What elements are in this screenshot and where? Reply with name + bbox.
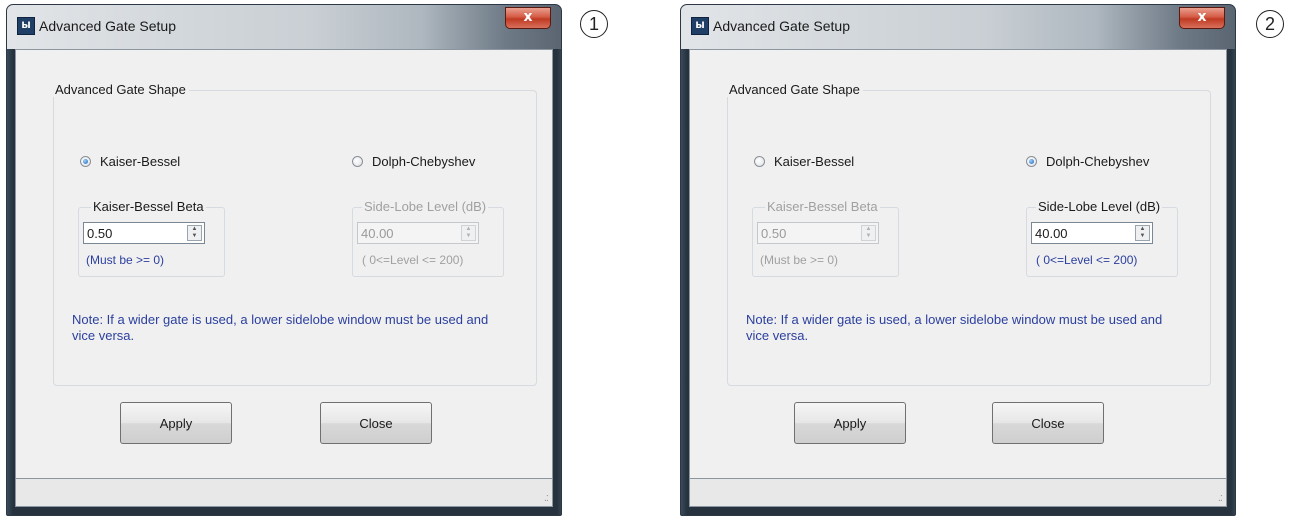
radio-dolph-chebyshev[interactable]: Dolph-Chebyshev [1026,154,1149,169]
kaiser-beta-hint: (Must be >= 0) [86,253,165,267]
sidelobe-level-group-title: Side-Lobe Level (dB) [362,199,489,214]
spin-arrows-icon[interactable]: ▲ ▼ [1135,225,1150,241]
gate-note: Note: If a wider gate is used, a lower s… [746,312,1163,343]
status-bar: .: [15,478,553,507]
sidelobe-level-spinbox[interactable]: 40.00 ▲ ▼ [1031,222,1153,244]
close-button[interactable]: Close [992,402,1104,444]
advanced-gate-setup-dialog-1: Ы Advanced Gate Setup x Advanced Gate Sh… [6,4,562,516]
close-window-button[interactable]: x [505,7,551,29]
radio-kaiser-bessel[interactable]: Kaiser-Bessel [80,154,180,169]
title-bar[interactable]: Ы Advanced Gate Setup x [7,5,561,49]
sidelobe-level-value: 40.00 [361,226,394,241]
radio-kaiser-bessel[interactable]: Kaiser-Bessel [754,154,854,169]
kaiser-beta-spinbox[interactable]: 0.50 ▲ ▼ [757,222,879,244]
radio-selected-dot [1029,159,1034,164]
dialog-body: Advanced Gate Shape Kaiser-Bessel Dolph-… [689,49,1227,479]
radio-kaiser-bessel-circle[interactable] [754,156,765,167]
close-icon: x [1197,9,1207,25]
radio-dolph-chebyshev-circle[interactable] [1026,156,1037,167]
dialog-title: Advanced Gate Setup [39,18,176,34]
close-icon: x [523,9,533,25]
kaiser-beta-value: 0.50 [87,226,113,241]
close-button[interactable]: Close [320,402,432,444]
callout-marker-2: 2 [1256,10,1284,38]
sidelobe-level-group-title: Side-Lobe Level (dB) [1036,199,1163,214]
radio-dolph-chebyshev[interactable]: Dolph-Chebyshev [352,154,475,169]
radio-kaiser-bessel-label: Kaiser-Bessel [774,154,855,169]
gate-note: Note: If a wider gate is used, a lower s… [72,312,489,343]
kaiser-beta-hint: (Must be >= 0) [760,253,839,267]
sidelobe-level-spinbox[interactable]: 40.00 ▲ ▼ [357,222,479,244]
kaiser-beta-group-title: Kaiser-Bessel Beta [91,199,206,214]
sidelobe-level-hint: ( 0<=Level <= 200) [362,253,464,267]
resize-grip-icon[interactable]: .: [544,492,549,504]
resize-grip-icon[interactable]: .: [1218,492,1223,504]
app-icon[interactable]: Ы [691,17,709,35]
gate-shape-group-title: Advanced Gate Shape [52,82,189,97]
apply-button[interactable]: Apply [794,402,906,444]
dialog-title: Advanced Gate Setup [713,18,850,34]
spin-arrows-icon[interactable]: ▲ ▼ [461,225,476,241]
radio-kaiser-bessel-label: Kaiser-Bessel [100,154,181,169]
radio-dolph-chebyshev-circle[interactable] [352,156,363,167]
app-icon[interactable]: Ы [17,17,35,35]
close-window-button[interactable]: x [1179,7,1225,29]
kaiser-beta-group-title: Kaiser-Bessel Beta [765,199,880,214]
callout-marker-1: 1 [580,10,608,38]
radio-dolph-chebyshev-label: Dolph-Chebyshev [1046,154,1150,169]
sidelobe-level-hint: ( 0<=Level <= 200) [1036,253,1138,267]
sidelobe-level-value: 40.00 [1035,226,1068,241]
advanced-gate-setup-dialog-2: Ы Advanced Gate Setup x Advanced Gate Sh… [680,4,1236,516]
spin-arrows-icon[interactable]: ▲ ▼ [187,225,202,241]
status-bar: .: [689,478,1227,507]
apply-button[interactable]: Apply [120,402,232,444]
title-bar[interactable]: Ы Advanced Gate Setup x [681,5,1235,49]
dialog-body: Advanced Gate Shape Kaiser-Bessel Dolph-… [15,49,553,479]
kaiser-beta-spinbox[interactable]: 0.50 ▲ ▼ [83,222,205,244]
radio-selected-dot [83,159,88,164]
radio-dolph-chebyshev-label: Dolph-Chebyshev [372,154,476,169]
gate-shape-group-title: Advanced Gate Shape [726,82,863,97]
radio-kaiser-bessel-circle[interactable] [80,156,91,167]
spin-arrows-icon[interactable]: ▲ ▼ [861,225,876,241]
kaiser-beta-value: 0.50 [761,226,787,241]
